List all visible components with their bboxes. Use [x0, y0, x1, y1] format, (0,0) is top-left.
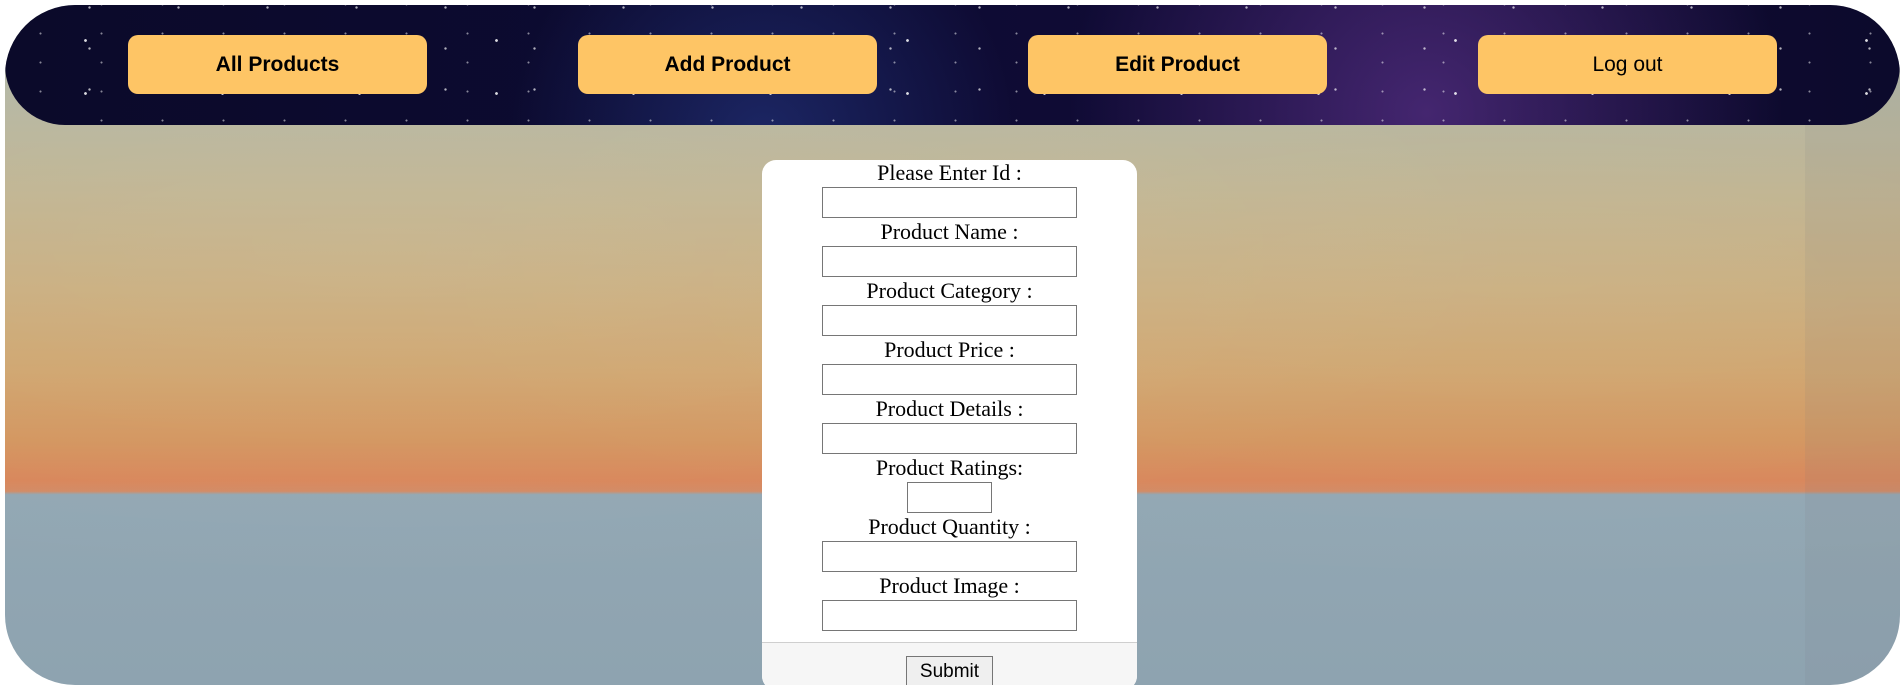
edit-product-button[interactable]: Edit Product	[1028, 35, 1327, 94]
top-navbar: All Products Add Product Edit Product Lo…	[5, 5, 1900, 125]
image-label: Product Image :	[879, 573, 1020, 598]
name-label: Product Name :	[880, 219, 1019, 244]
add-product-button[interactable]: Add Product	[578, 35, 877, 94]
quantity-label: Product Quantity :	[868, 514, 1031, 539]
submit-button[interactable]: Submit	[906, 656, 993, 685]
price-label: Product Price :	[884, 337, 1015, 362]
category-input[interactable]	[822, 305, 1077, 336]
form-footer: Submit	[762, 643, 1137, 685]
quantity-input[interactable]	[822, 541, 1077, 572]
all-products-button[interactable]: All Products	[128, 35, 427, 94]
details-label: Product Details :	[875, 396, 1024, 421]
price-input[interactable]	[822, 364, 1077, 395]
name-input[interactable]	[822, 246, 1077, 277]
id-label: Please Enter Id :	[877, 160, 1022, 185]
page-background: All Products Add Product Edit Product Lo…	[5, 5, 1900, 685]
id-input[interactable]	[822, 187, 1077, 218]
image-input[interactable]	[822, 600, 1077, 631]
ratings-input[interactable]	[907, 482, 992, 513]
category-label: Product Category :	[866, 278, 1033, 303]
logout-button[interactable]: Log out	[1478, 35, 1777, 94]
ratings-label: Product Ratings:	[875, 455, 1024, 480]
details-input[interactable]	[822, 423, 1077, 454]
edit-product-form: Please Enter Id : Product Name : Product…	[762, 160, 1137, 685]
